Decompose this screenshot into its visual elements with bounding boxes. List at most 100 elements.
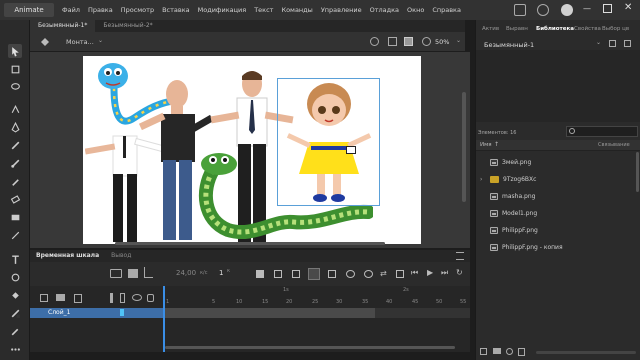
menu-debug[interactable]: Отладка	[370, 6, 399, 14]
delete-item-icon[interactable]	[518, 348, 525, 356]
minimize-icon[interactable]: —	[583, 4, 591, 13]
list-item[interactable]: Model1.png	[476, 205, 640, 222]
layer-empty-frames[interactable]	[375, 308, 470, 318]
tab-document-1[interactable]: Безымянный-1*	[30, 20, 96, 32]
tab-align[interactable]: Выравн	[506, 26, 528, 32]
step-forward-icon[interactable]: ⏭	[441, 268, 448, 278]
test-movie-icon[interactable]	[561, 4, 573, 16]
menu-help[interactable]: Справка	[432, 6, 461, 14]
tab-timeline[interactable]: Временная шкала	[30, 250, 105, 262]
pencil-icon[interactable]	[8, 138, 22, 152]
rectangle-tool-icon[interactable]	[8, 210, 22, 224]
paint-brush-icon[interactable]	[8, 174, 22, 188]
swap-icon[interactable]: ⇄	[380, 269, 387, 278]
list-item[interactable]: PhilippF.png	[476, 222, 640, 239]
list-item[interactable]: Змей.png	[476, 154, 640, 171]
menu-commands[interactable]: Команды	[281, 6, 312, 14]
item-properties-icon[interactable]	[506, 348, 513, 355]
current-frame[interactable]: 1	[219, 269, 223, 277]
zoom-chevron-icon[interactable]: ⌄	[456, 37, 461, 44]
highlight-layers-icon[interactable]	[110, 293, 113, 303]
visibility-icon[interactable]	[132, 294, 142, 301]
fps-value[interactable]: 24,00	[176, 269, 196, 277]
frame-icon[interactable]	[292, 270, 300, 278]
clip-content-icon[interactable]	[388, 37, 397, 46]
library-search-input[interactable]	[566, 126, 638, 137]
keyframe-icon[interactable]	[256, 270, 264, 278]
text-tool-icon[interactable]	[8, 252, 22, 266]
menu-edit[interactable]: Правка	[88, 6, 113, 14]
new-library-panel-icon[interactable]	[624, 40, 631, 47]
scene-icon[interactable]	[40, 37, 50, 47]
chevron-down-icon[interactable]: ⌄	[596, 39, 601, 46]
free-transform-icon[interactable]	[8, 62, 22, 76]
eyedropper-icon[interactable]	[8, 324, 22, 338]
layer-frames-span[interactable]	[165, 308, 375, 318]
list-item[interactable]: PhilippF.png - копия	[476, 239, 640, 256]
rotate-stage-icon[interactable]	[422, 37, 431, 46]
menu-insert[interactable]: Вставка	[162, 6, 190, 14]
tab-document-2[interactable]: Безымянный-2*	[95, 20, 160, 32]
layer-row-1[interactable]: Слой_1	[30, 308, 163, 318]
lock-icon[interactable]	[147, 294, 154, 302]
maximize-icon[interactable]	[603, 4, 612, 13]
playhead[interactable]	[163, 286, 165, 352]
list-item[interactable]: masha.png	[476, 188, 640, 205]
center-stage-icon[interactable]	[370, 37, 379, 46]
chevron-down-icon[interactable]: ⌄	[98, 37, 103, 44]
graph-icon[interactable]	[144, 267, 153, 278]
tab-properties[interactable]: Свойства	[574, 26, 601, 32]
insert-frame-icon[interactable]	[328, 270, 336, 278]
paint-bucket-icon[interactable]	[8, 288, 22, 302]
onion-outline-icon[interactable]	[364, 270, 373, 278]
new-layer-icon[interactable]	[40, 294, 48, 302]
menu-window[interactable]: Окно	[407, 6, 424, 14]
search-icon[interactable]	[537, 4, 549, 16]
pin-library-icon[interactable]	[609, 40, 616, 47]
new-symbol-icon[interactable]	[480, 348, 487, 355]
girl-figure[interactable]	[283, 80, 375, 206]
close-icon[interactable]: ✕	[624, 2, 632, 13]
menu-control[interactable]: Управление	[321, 6, 362, 14]
library-document-select[interactable]: Безымянный-1	[484, 41, 534, 49]
stage-canvas[interactable]	[83, 56, 421, 244]
edit-multiple-icon[interactable]	[396, 270, 404, 278]
col-name[interactable]: Имя	[480, 142, 492, 148]
step-back-icon[interactable]: ⏮	[411, 268, 418, 278]
tab-assets[interactable]: Актив	[482, 26, 499, 32]
onion-skin-icon[interactable]	[346, 270, 355, 278]
tab-library[interactable]: Библиотека	[536, 26, 574, 32]
camera-icon[interactable]	[110, 269, 122, 278]
tab-color-picker[interactable]: Выбор цв	[602, 26, 629, 32]
menu-modify[interactable]: Модификация	[198, 6, 247, 14]
expand-arrow-icon[interactable]: ›	[480, 176, 490, 183]
play-icon[interactable]: ▶	[427, 268, 433, 277]
stage-vertical-scrollbar[interactable]	[462, 92, 466, 202]
tab-output[interactable]: Вывод	[105, 250, 137, 262]
fit-stage-icon[interactable]	[404, 37, 413, 46]
blank-keyframe-icon[interactable]	[274, 270, 282, 278]
asset-warp-icon[interactable]	[8, 102, 22, 116]
pen-tool-icon[interactable]	[8, 120, 22, 134]
timeline-horizontal-scrollbar[interactable]	[165, 346, 455, 349]
loop-icon[interactable]: ↻	[456, 268, 463, 277]
show-outline-icon[interactable]	[120, 293, 125, 303]
new-folder-icon[interactable]	[493, 348, 501, 354]
scene-selector[interactable]: Монта...	[66, 38, 94, 46]
library-scrollbar[interactable]	[636, 152, 639, 192]
library-horizontal-scrollbar[interactable]	[536, 351, 636, 354]
menu-view[interactable]: Просмотр	[121, 6, 154, 14]
zoom-level[interactable]: 50%	[435, 38, 449, 46]
lasso-icon[interactable]	[8, 80, 22, 94]
menu-text[interactable]: Текст	[254, 6, 273, 14]
menu-file[interactable]: Файл	[62, 6, 80, 14]
new-folder-icon[interactable]	[56, 294, 65, 301]
create-tween-icon[interactable]	[308, 268, 320, 280]
stage-horizontal-scrollbar[interactable]	[115, 242, 385, 245]
sort-asc-icon[interactable]: ↑	[494, 141, 499, 148]
workspace-icon[interactable]	[514, 4, 526, 16]
layer-depth-icon[interactable]	[128, 269, 138, 278]
brush-icon[interactable]	[8, 156, 22, 170]
panel-menu-icon[interactable]	[456, 252, 464, 260]
eraser-icon[interactable]	[8, 192, 22, 206]
